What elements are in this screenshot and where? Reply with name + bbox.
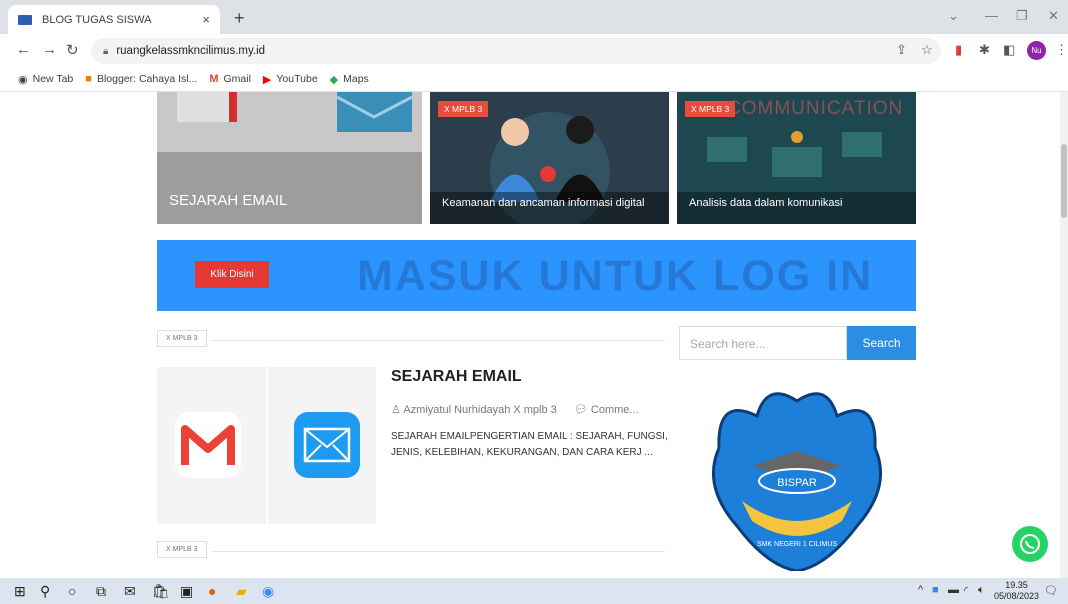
lock-icon: 🔒︎	[103, 45, 109, 57]
back-button[interactable]: ←	[16, 41, 31, 58]
logo-top-text: BISPAR	[777, 477, 817, 489]
section-tag[interactable]: X MPLB 3	[157, 541, 207, 558]
bookmark-gmail[interactable]: M Gmail	[209, 73, 251, 85]
comment-icon: 💬︎	[573, 404, 588, 416]
tray-app-icon[interactable]: ■	[932, 584, 939, 596]
minimize-button[interactable]: —	[985, 8, 998, 23]
extensions-puzzle-icon[interactable]: ✱	[979, 42, 990, 58]
battery-icon[interactable]: ▬	[948, 584, 959, 596]
file-explorer-icon[interactable]: ▰	[236, 583, 247, 600]
menu-icon[interactable]: ⋮	[1055, 42, 1068, 58]
category-badge[interactable]: X MPLB 3	[438, 101, 489, 117]
featured-caption: Analisis data dalam komunikasi	[689, 197, 843, 209]
chrome-icon[interactable]: ◉	[262, 583, 274, 600]
featured-card-email[interactable]: SEJARAH EMAIL	[157, 92, 422, 224]
section-header: X MPLB 3	[157, 541, 665, 561]
school-logo: BISPAR SMK NEGERI 1 CILIMUS	[677, 376, 916, 573]
browser-tab[interactable]: BLOG TUGAS SISWA ×	[8, 5, 220, 34]
web-page: SEJARAH EMAIL X MPLB 3 Keamanan dan anca…	[0, 92, 1068, 578]
restore-button[interactable]: ❐	[1016, 8, 1028, 24]
bookmark-label: YouTube	[276, 73, 318, 85]
logo-bottom-text: SMK NEGERI 1 CILIMUS	[757, 541, 837, 548]
tab-search-icon[interactable]: ⌄	[948, 8, 959, 24]
store-icon[interactable]: 🛍︎	[152, 583, 170, 600]
share-icon[interactable]: ⇪	[896, 42, 907, 58]
profile-avatar[interactable]: Nu	[1027, 41, 1046, 60]
section-header: X MPLB 3	[157, 330, 665, 350]
login-banner: MASUK UNTUK LOG IN Klik Disini	[157, 240, 916, 311]
section-divider	[212, 340, 665, 341]
post-excerpt: SEJARAH EMAILPENGERTIAN EMAIL : SEJARAH,…	[391, 431, 668, 458]
address-bar[interactable]: 🔒︎ ruangkelassmkncilimus.my.id	[91, 38, 941, 64]
scrollbar-thumb[interactable]	[1061, 144, 1067, 218]
bookmark-blogger[interactable]: ■ Blogger: Cahaya Isl...	[85, 73, 197, 85]
mail-icon[interactable]: ✉	[124, 583, 136, 600]
tab-close-button[interactable]: ×	[202, 12, 210, 27]
url-text: ruangkelassmkncilimus.my.id	[116, 45, 266, 57]
featured-card-security[interactable]: X MPLB 3 Keamanan dan ancaman informasi …	[430, 92, 669, 224]
bookmark-youtube[interactable]: ▶ YouTube	[263, 73, 318, 86]
close-window-button[interactable]: ✕	[1048, 8, 1059, 24]
gmail-icon: M	[209, 73, 219, 85]
extension-icon[interactable]: ▮	[955, 42, 962, 58]
tab-title: BLOG TUGAS SISWA	[42, 13, 152, 26]
post-meta: ♙ Azmiyatul Nurhidayah X mplb 3 💬︎ Comme…	[391, 403, 639, 416]
author-icon: ♙	[391, 404, 401, 416]
klik-disini-button[interactable]: Klik Disini	[195, 261, 269, 288]
banner-heading: MASUK UNTUK LOG IN	[357, 252, 874, 300]
post-thumbnail-art	[175, 412, 360, 478]
search-button[interactable]: Search	[847, 326, 916, 360]
post-author[interactable]: Azmiyatul Nurhidayah X mplb 3	[403, 404, 556, 416]
card-background-heading: COMMUNICATION	[727, 98, 904, 119]
post-title[interactable]: SEJARAH EMAIL	[391, 368, 522, 386]
featured-card-communication[interactable]: COMMUNICATION X MPLB 3 Analisis data dal…	[677, 92, 916, 224]
firefox-icon[interactable]: ●	[208, 583, 216, 599]
reload-button[interactable]: ↻	[66, 41, 79, 59]
page-scrollbar[interactable]	[1060, 92, 1068, 578]
forward-button[interactable]: →	[42, 41, 57, 58]
camera-icon[interactable]: ▣	[180, 583, 193, 600]
bookmark-label: Maps	[343, 73, 369, 85]
section-divider	[212, 551, 665, 552]
search-icon[interactable]: ⚲	[40, 583, 50, 600]
bookmark-label: Blogger: Cahaya Isl...	[96, 73, 198, 85]
school-emblem: BISPAR SMK NEGERI 1 CILIMUS	[711, 392, 883, 573]
blogger-icon: ■	[85, 73, 92, 85]
side-panel-icon[interactable]: ◧	[1003, 42, 1015, 58]
whatsapp-button[interactable]	[1012, 526, 1048, 562]
bookmark-maps[interactable]: ◆ Maps	[330, 73, 369, 86]
bookmarks-bar: ◉ New Tab ■ Blogger: Cahaya Isl... M Gmail …	[0, 67, 1068, 92]
tray-chevron-icon[interactable]: ^	[918, 584, 923, 596]
new-tab-button[interactable]: +	[234, 8, 245, 29]
bookmark-label: New Tab	[32, 73, 74, 85]
cortana-icon[interactable]: ○	[68, 583, 76, 599]
post-comments[interactable]: Comme...	[591, 404, 639, 416]
task-view-icon[interactable]: ⧉	[96, 583, 106, 600]
category-badge[interactable]: X MPLB 3	[685, 101, 736, 117]
site-favicon-icon	[18, 14, 32, 25]
search-input[interactable]: Search here...	[679, 326, 847, 360]
bookmark-label: Gmail	[223, 73, 251, 85]
windows-start-icon[interactable]: ⊞	[14, 583, 26, 600]
system-clock[interactable]: 19.35 05/08/2023	[994, 580, 1039, 602]
notification-icon[interactable]: 🗨︎	[1044, 584, 1058, 597]
clock-time: 19.35	[1005, 580, 1028, 590]
youtube-icon: ▶	[262, 73, 272, 86]
bookmark-star-icon[interactable]: ☆	[921, 42, 933, 58]
wifi-icon[interactable]: ◜	[964, 584, 968, 597]
clock-date: 05/08/2023	[994, 591, 1040, 601]
bookmark-new-tab[interactable]: ◉ New Tab	[18, 73, 73, 86]
globe-icon: ◉	[18, 73, 28, 86]
maps-icon: ◆	[329, 73, 339, 86]
whatsapp-icon	[1020, 534, 1040, 554]
featured-caption: SEJARAH EMAIL	[169, 192, 288, 209]
section-tag[interactable]: X MPLB 3	[157, 330, 207, 347]
volume-icon[interactable]: 🔈︎	[978, 584, 985, 597]
post-thumbnail[interactable]	[157, 367, 376, 524]
featured-caption: Keamanan dan ancaman informasi digital	[442, 197, 645, 209]
